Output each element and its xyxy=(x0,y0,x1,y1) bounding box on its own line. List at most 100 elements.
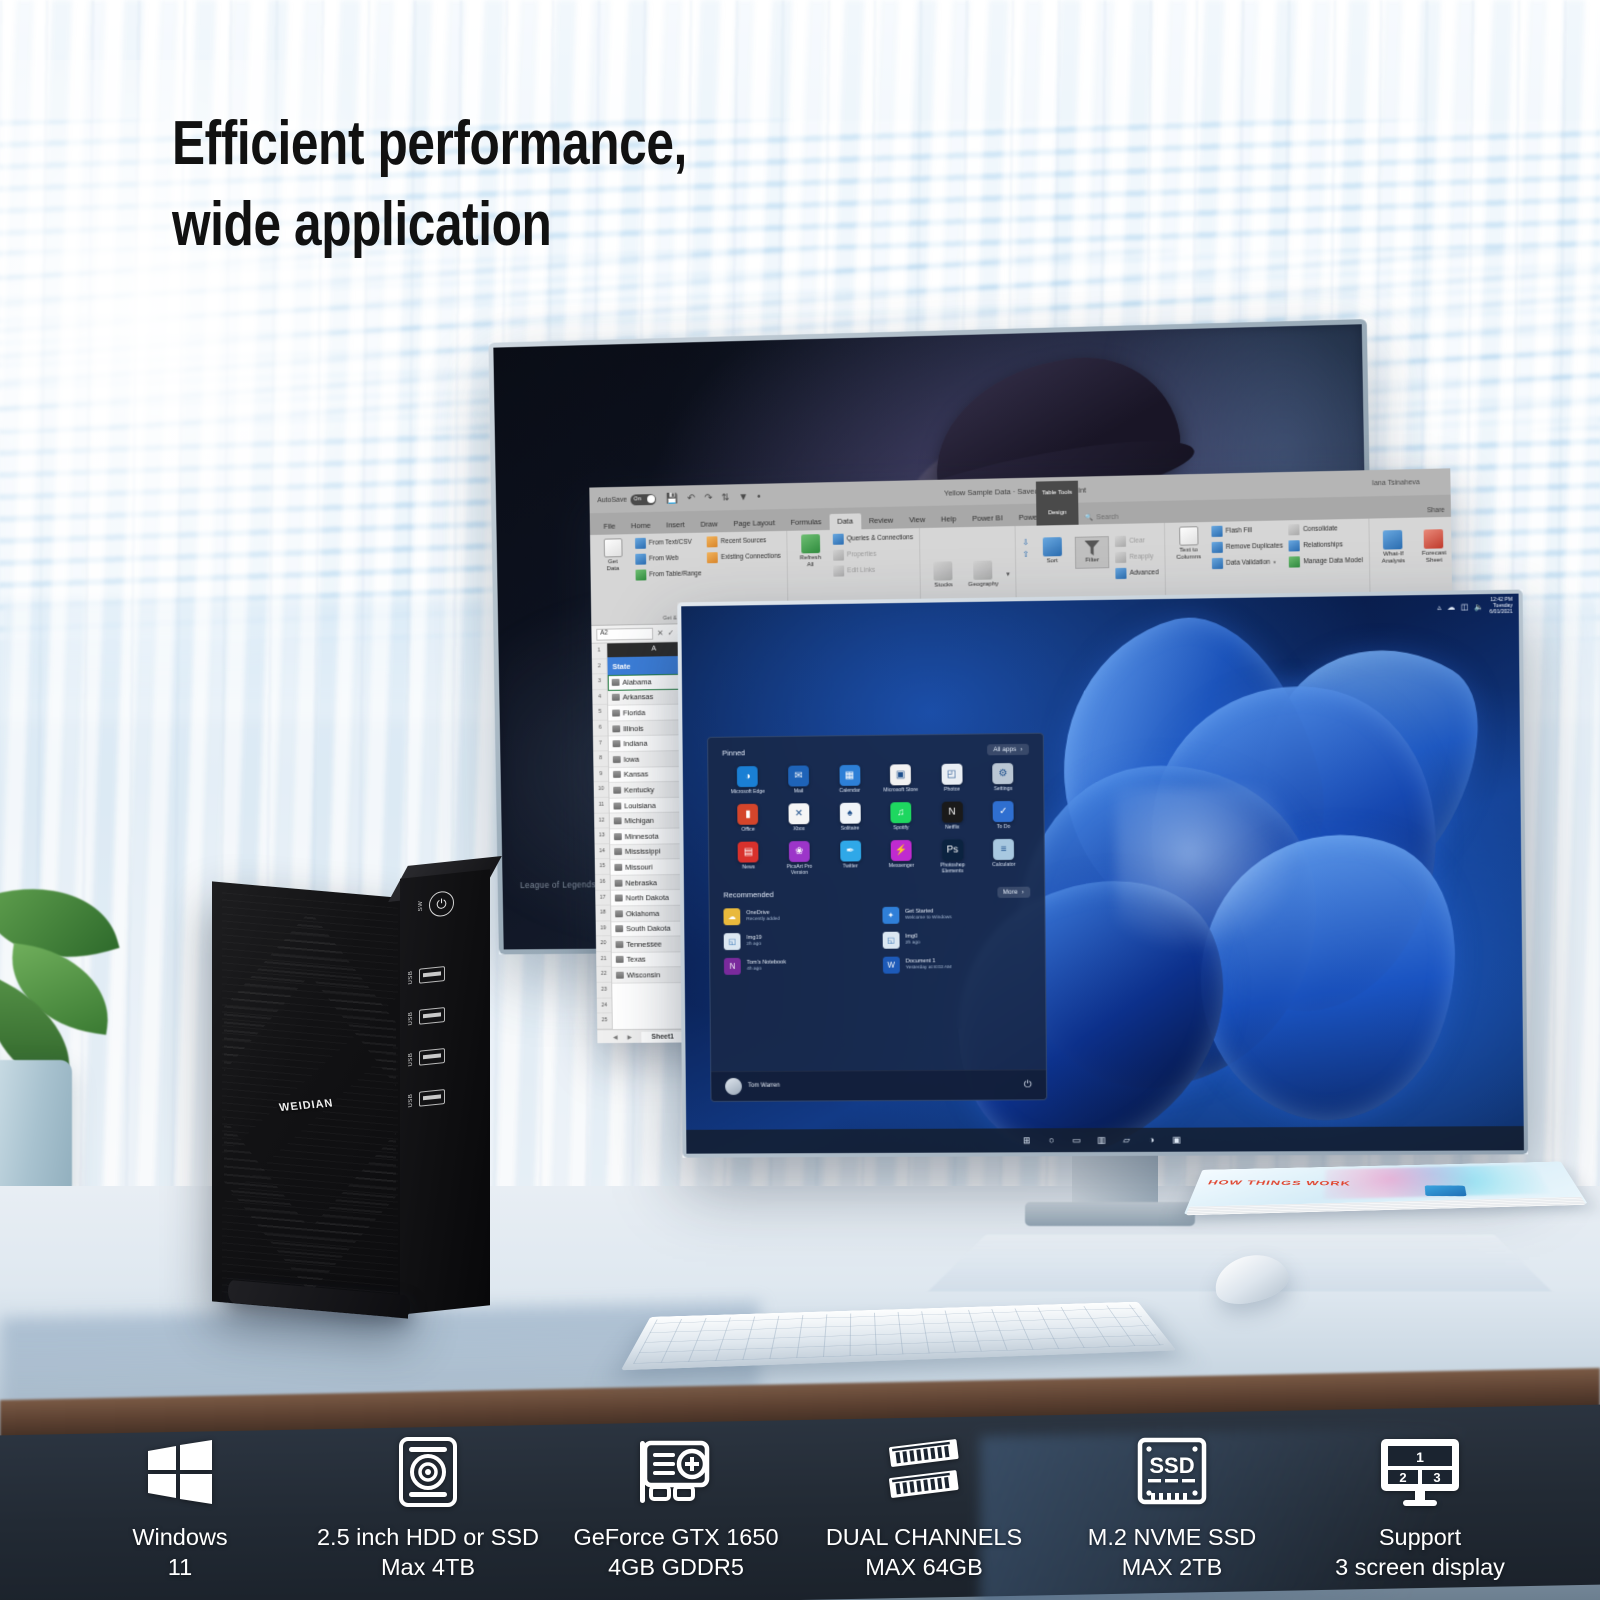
qat-more-icon[interactable]: • xyxy=(757,491,761,502)
power-icon[interactable]: ⏻ xyxy=(1024,1079,1032,1090)
power-button-icon[interactable]: ⏻ xyxy=(429,890,454,918)
pinned-app[interactable]: ✒ Twitter xyxy=(825,840,876,877)
from-table-range-button[interactable]: From Table/Range xyxy=(635,568,702,581)
manage-data-model-button[interactable]: Manage Data Model xyxy=(1289,555,1363,568)
pinned-app[interactable]: ▮ Office xyxy=(723,804,774,834)
row-header[interactable]: 24 xyxy=(596,998,612,1014)
start-icon[interactable]: ⊞ xyxy=(1020,1134,1033,1147)
recent-sources-button[interactable]: Recent Sources xyxy=(706,535,781,548)
volume-icon[interactable]: 🔈 xyxy=(1474,602,1484,611)
get-data-button[interactable]: Get Data xyxy=(596,538,630,572)
usb-port[interactable]: USB xyxy=(408,1085,482,1108)
recommended-item[interactable]: ☁ OneDrive Recently added xyxy=(723,907,871,926)
data-validation-button[interactable]: Data Validation ▾ xyxy=(1211,557,1283,570)
row-header[interactable]: 25 xyxy=(597,1013,612,1030)
name-box[interactable]: A2 xyxy=(596,627,654,641)
pinned-app[interactable]: ✉ Mail xyxy=(773,765,824,796)
cancel-formula-icon[interactable]: ✕ xyxy=(657,629,664,638)
recommended-item[interactable]: ✦ Get Started Welcome to Windows xyxy=(882,906,1030,925)
row-header[interactable]: 17 xyxy=(595,890,611,906)
row-header[interactable]: 11 xyxy=(593,797,609,814)
sheet-nav-next-icon[interactable]: ▶ xyxy=(627,1034,632,1041)
save-icon[interactable]: 💾 xyxy=(666,493,678,504)
pinned-app[interactable]: ≡ Calculator xyxy=(978,839,1030,875)
what-if-analysis-button[interactable]: What-If Analysis xyxy=(1376,530,1411,565)
sheet-nav-prev-icon[interactable]: ◀ xyxy=(613,1034,618,1041)
autosave-control[interactable]: AutoSave On xyxy=(597,493,657,506)
relationships-button[interactable]: Relationships xyxy=(1288,539,1363,552)
row-header[interactable]: 15 xyxy=(594,859,610,875)
tab-power-bi[interactable]: Power BI xyxy=(964,510,1011,527)
pinned-app[interactable]: ⚡ Messenger xyxy=(876,840,927,876)
row-header[interactable]: 2 xyxy=(591,658,607,675)
row-header[interactable]: 4 xyxy=(592,689,608,706)
pinned-app[interactable]: ✕ Xbox xyxy=(773,803,824,833)
tab-review[interactable]: Review xyxy=(861,513,901,530)
pinned-app[interactable]: ▣ Microsoft Store xyxy=(875,764,926,795)
pinned-app[interactable]: ❀ PicsArt Pro Version xyxy=(774,841,825,877)
quick-access-toolbar[interactable]: 💾 ↶ ↷ ⇅ ▼ • xyxy=(666,491,761,504)
usb-port[interactable]: USB xyxy=(408,1044,482,1067)
taskbar-clock[interactable]: 12:42 PM Tuesday 6/01/2021 xyxy=(1489,597,1513,616)
row-header[interactable]: 9 xyxy=(593,766,609,783)
network-icon[interactable]: ◫ xyxy=(1461,602,1468,611)
widgets-icon[interactable]: ▥ xyxy=(1095,1133,1108,1146)
filter-button[interactable]: Filter xyxy=(1074,536,1110,569)
sort-desc-icon[interactable]: ⇧ xyxy=(1022,550,1029,559)
pinned-app[interactable]: ♫ Spotify xyxy=(875,802,926,832)
geography-button[interactable]: Geography xyxy=(966,560,1000,588)
recommended-item[interactable]: ◱ Img19 2h ago xyxy=(723,932,871,951)
edit-links-button[interactable]: Edit Links xyxy=(833,564,913,577)
task-view-icon[interactable]: ▭ xyxy=(1070,1134,1083,1147)
sort-button[interactable]: Sort xyxy=(1035,537,1069,565)
table-tools-design-tab[interactable]: Design xyxy=(1048,510,1067,516)
flash-fill-button[interactable]: Flash Fill xyxy=(1211,524,1282,537)
tab-draw[interactable]: Draw xyxy=(692,516,725,533)
from-text-csv-button[interactable]: From Text/CSV xyxy=(635,537,701,549)
onedrive-tray-icon[interactable]: ☁ xyxy=(1447,602,1455,611)
advanced-filter-button[interactable]: Advanced xyxy=(1115,567,1159,580)
power-button-assembly[interactable]: SW ⏻ xyxy=(418,890,454,919)
table-tools-contextual-tab[interactable]: Table Tools Design xyxy=(1035,480,1079,526)
recommended-list[interactable]: ☁ OneDrive Recently added ✦ Get Started Welco… xyxy=(723,906,1031,976)
existing-connections-button[interactable]: Existing Connections xyxy=(707,551,781,564)
pinned-apps-grid[interactable]: ◑ Microsoft Edge ✉ Mail ▦ Calendar ▣ Microsoft … xyxy=(722,763,1029,878)
data-types-more-icon[interactable]: ▾ xyxy=(1006,570,1010,578)
usb-port[interactable]: USB xyxy=(408,1003,482,1026)
sort-qat-icon[interactable]: ⇅ xyxy=(721,492,729,503)
tab-formulas[interactable]: Formulas xyxy=(783,514,830,531)
filter-qat-icon[interactable]: ▼ xyxy=(738,491,748,502)
row-header[interactable]: 16 xyxy=(594,874,610,891)
more-recommended-button[interactable]: More › xyxy=(996,886,1030,899)
clear-filter-button[interactable]: Clear xyxy=(1114,535,1158,548)
row-header[interactable]: 8 xyxy=(593,751,609,768)
pinned-app[interactable]: ✓ To Do xyxy=(978,801,1030,831)
row-header[interactable]: 3 xyxy=(592,674,607,690)
tab-file[interactable]: File xyxy=(596,518,624,534)
row-header[interactable]: 22 xyxy=(596,967,612,983)
row-header[interactable]: 12 xyxy=(594,813,609,829)
properties-button[interactable]: Properties xyxy=(833,548,913,561)
row-header[interactable]: 20 xyxy=(595,936,611,953)
row-header[interactable]: 10 xyxy=(593,782,609,798)
row-header[interactable]: 23 xyxy=(596,982,612,999)
excel-search-box[interactable]: 🔍 Search xyxy=(1084,513,1118,521)
row-header[interactable]: 1 xyxy=(591,643,607,660)
autosave-toggle[interactable]: On xyxy=(630,493,657,505)
row-header[interactable]: 21 xyxy=(596,951,611,968)
recommended-item[interactable]: W Document 1 Yesterday at 8:03 AM xyxy=(882,956,1031,975)
pinned-app[interactable]: ♠ Solitaire xyxy=(824,803,875,833)
redo-icon[interactable]: ↷ xyxy=(704,492,712,503)
consolidate-button[interactable]: Consolidate xyxy=(1288,523,1363,536)
sort-asc-icon[interactable]: ⇩ xyxy=(1022,538,1029,547)
sheet-tab-sheet1[interactable]: Sheet1 xyxy=(641,1031,684,1043)
pinned-app[interactable]: ▤ News xyxy=(723,841,774,878)
forecast-sheet-button[interactable]: Forecast Sheet xyxy=(1416,529,1451,564)
windows-desktop[interactable]: Pinned All apps › ◑ Microsoft Edge ✉ Mail ▦ C… xyxy=(681,593,1524,1154)
recommended-item[interactable]: ◱ Img0 2h ago xyxy=(882,931,1030,950)
start-menu-footer[interactable]: Tom Warren ⏻ xyxy=(711,1068,1046,1101)
tab-view[interactable]: View xyxy=(901,512,933,529)
row-header[interactable]: 7 xyxy=(592,735,608,752)
store-icon[interactable]: ▣ xyxy=(1170,1133,1183,1146)
row-header[interactable]: 14 xyxy=(594,843,610,860)
